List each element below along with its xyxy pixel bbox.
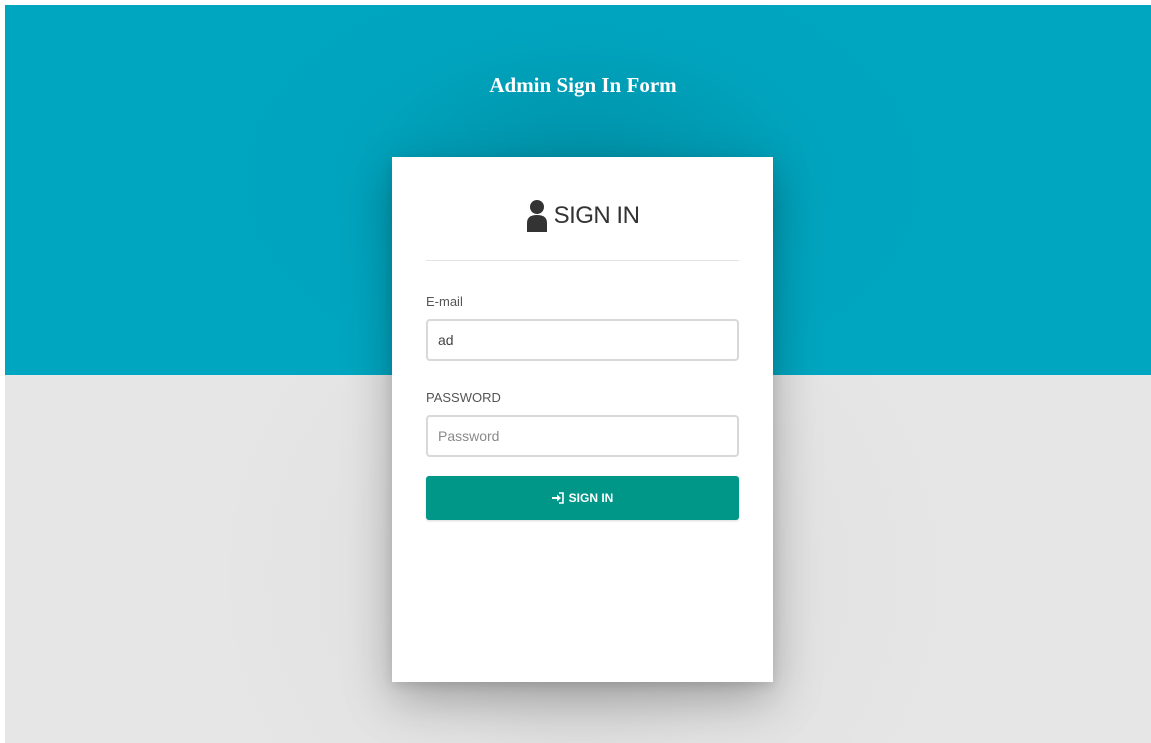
email-label: E-mail (426, 294, 463, 309)
page-title: Admin Sign In Form (489, 73, 677, 97)
sign-in-icon (551, 492, 564, 504)
card-header: SIGN IN (426, 157, 739, 261)
password-field[interactable] (426, 415, 739, 457)
email-field[interactable] (426, 319, 739, 361)
sign-in-button[interactable]: SIGN IN (426, 476, 739, 520)
user-icon (526, 199, 548, 233)
sign-in-button-label: SIGN IN (568, 491, 614, 505)
sign-in-card: SIGN IN E-mail PASSWORD SIGN IN (392, 157, 773, 682)
password-label: PASSWORD (426, 390, 501, 405)
page: Admin Sign In Form SIGN IN E-mail PASSWO… (5, 5, 1151, 743)
card-title: SIGN IN (553, 201, 640, 229)
